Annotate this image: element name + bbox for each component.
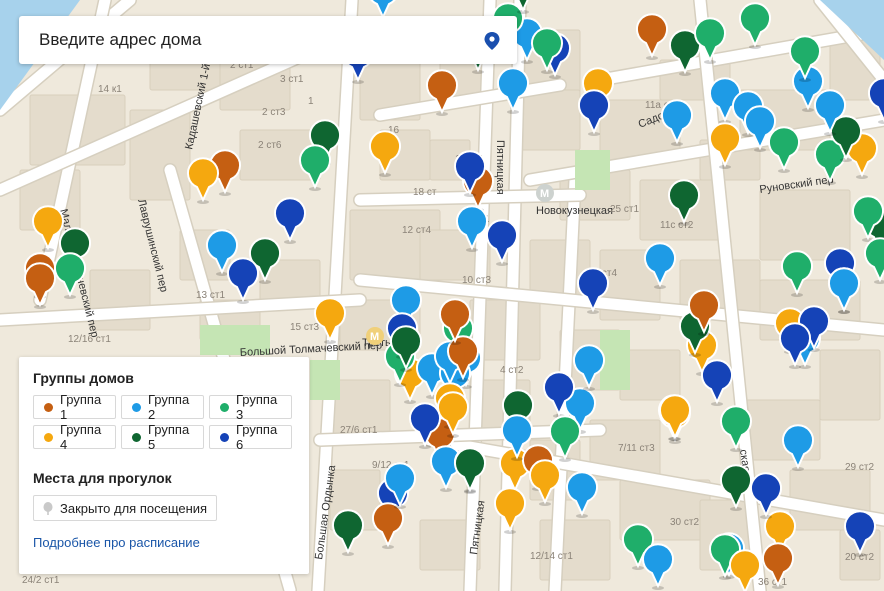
house-number-label: 3 ст1: [280, 74, 304, 85]
street-label: Новокузнецкая: [536, 205, 613, 217]
group-filter-chips: Группа 1 Группа 2 Группа 3 Группа 4 Груп…: [33, 392, 295, 452]
house-number-label: 25 ст1: [610, 204, 639, 215]
house-number-label: 13 ст1: [196, 290, 225, 301]
address-search-box: [19, 16, 517, 64]
tree-icon: [43, 501, 53, 515]
group-chip-5[interactable]: Группа 5: [121, 422, 204, 452]
group-chip-1[interactable]: Группа 1: [33, 392, 116, 422]
house-number-label: 24/2 ст1: [22, 575, 60, 586]
walk-chip-label: Закрыто для посещения: [60, 500, 208, 516]
building-block: [819, 349, 881, 421]
house-number-label: 18 ст: [413, 187, 437, 198]
group-3-dot-icon: [220, 402, 229, 412]
house-number-label: 12 ст4: [402, 225, 431, 236]
group-chip-label: Группа 3: [236, 392, 278, 422]
house-number-label: 4 ст2: [500, 365, 524, 376]
metro-letter-label: M: [370, 331, 379, 343]
house-number-label: 15 ст3: [290, 322, 319, 333]
group-chip-6[interactable]: Группа 6: [209, 422, 292, 452]
house-number-label: 2 ст3: [262, 107, 286, 118]
legend-walks-title: Места для прогулок: [33, 470, 172, 486]
group-5-dot-icon: [132, 432, 141, 442]
schedule-details-link[interactable]: Подробнее про расписание: [33, 535, 295, 550]
street-label: Пятницкая: [494, 140, 506, 195]
park: [575, 150, 610, 190]
house-number-label: 7/11 ст3: [618, 443, 655, 454]
house-number-label: 2 ст6: [258, 140, 282, 151]
group-chip-label: Группа 5: [148, 422, 190, 452]
legend-panel: Группы домов Группа 1 Группа 2 Группа 3 …: [19, 357, 309, 574]
group-chip-4[interactable]: Группа 4: [33, 422, 116, 452]
walk-chip-closed[interactable]: Закрыто для посещения: [33, 495, 218, 521]
building-block: [519, 89, 581, 151]
group-chip-label: Группа 6: [236, 422, 278, 452]
house-number-label: 10 ст3: [462, 275, 491, 286]
park: [310, 360, 340, 400]
group-chip-3[interactable]: Группа 3: [209, 392, 292, 422]
house-number-label: 29 ст2: [845, 462, 874, 473]
group-chip-label: Группа 1: [60, 392, 102, 422]
house-number-label: 12/16 ст1: [68, 334, 111, 345]
group-1-dot-icon: [44, 402, 53, 412]
house-number-label: 14 к1: [98, 84, 122, 95]
house-number-label: 12/14 ст1: [530, 551, 573, 562]
group-chip-label: Группа 2: [148, 392, 190, 422]
group-chip-label: Группа 4: [60, 422, 102, 452]
group-chip-2[interactable]: Группа 2: [121, 392, 204, 422]
legend-groups-title: Группы домов: [33, 370, 134, 386]
house-number-label: 11с ст2: [660, 220, 694, 231]
group-2-dot-icon: [132, 402, 141, 412]
address-search-input[interactable]: [19, 16, 479, 64]
group-4-dot-icon: [44, 432, 53, 442]
metro-letter-label: M: [540, 188, 549, 200]
map-pin-icon[interactable]: [483, 31, 501, 51]
house-number-label: 30 ст2: [670, 517, 699, 528]
group-6-dot-icon: [220, 432, 229, 442]
house-number-label: 1: [308, 96, 314, 107]
house-number-label: 27/6 ст1: [340, 425, 378, 436]
